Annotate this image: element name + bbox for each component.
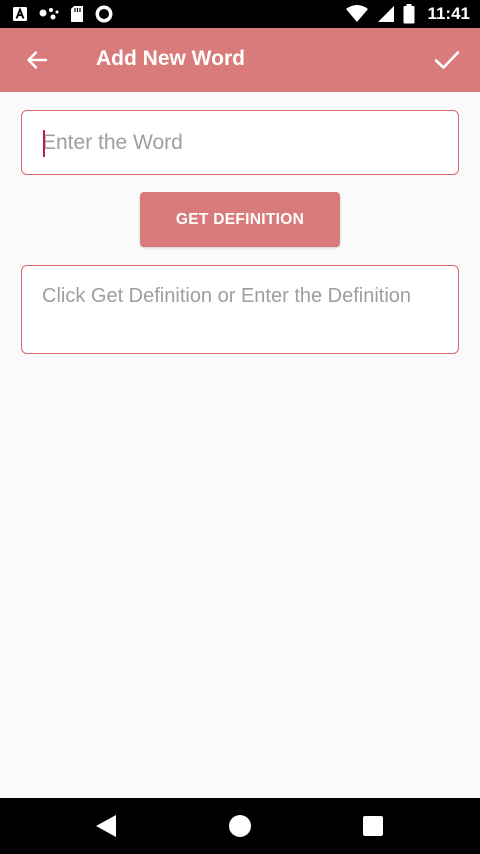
- nav-back-icon[interactable]: [94, 814, 120, 838]
- app-bar: Add New Word: [0, 28, 480, 92]
- nav-home-icon[interactable]: [228, 814, 252, 838]
- status-time: 11:41: [427, 4, 470, 23]
- wifi-icon: [346, 5, 369, 22]
- back-button[interactable]: [20, 44, 54, 76]
- sd-card-icon: [71, 5, 83, 22]
- arrow-left-icon: [27, 51, 48, 69]
- sync-icon: [95, 5, 113, 23]
- word-field: [21, 110, 459, 175]
- cell-signal-icon: [378, 6, 395, 22]
- font-icon: [13, 7, 27, 21]
- navigation-bar: [0, 798, 480, 854]
- confirm-button[interactable]: [430, 44, 464, 76]
- word-input[interactable]: [42, 125, 442, 161]
- dots-icon: [39, 8, 59, 20]
- nav-recents-icon[interactable]: [363, 816, 383, 836]
- page-title: Add New Word: [96, 47, 245, 70]
- get-definition-button[interactable]: GET DEFINITION: [140, 192, 340, 247]
- definition-input[interactable]: [42, 284, 442, 344]
- text-cursor: [43, 130, 45, 157]
- check-icon: [434, 51, 460, 69]
- definition-field: [21, 265, 459, 354]
- status-bar: 11:41: [0, 0, 480, 28]
- battery-icon: [403, 4, 415, 24]
